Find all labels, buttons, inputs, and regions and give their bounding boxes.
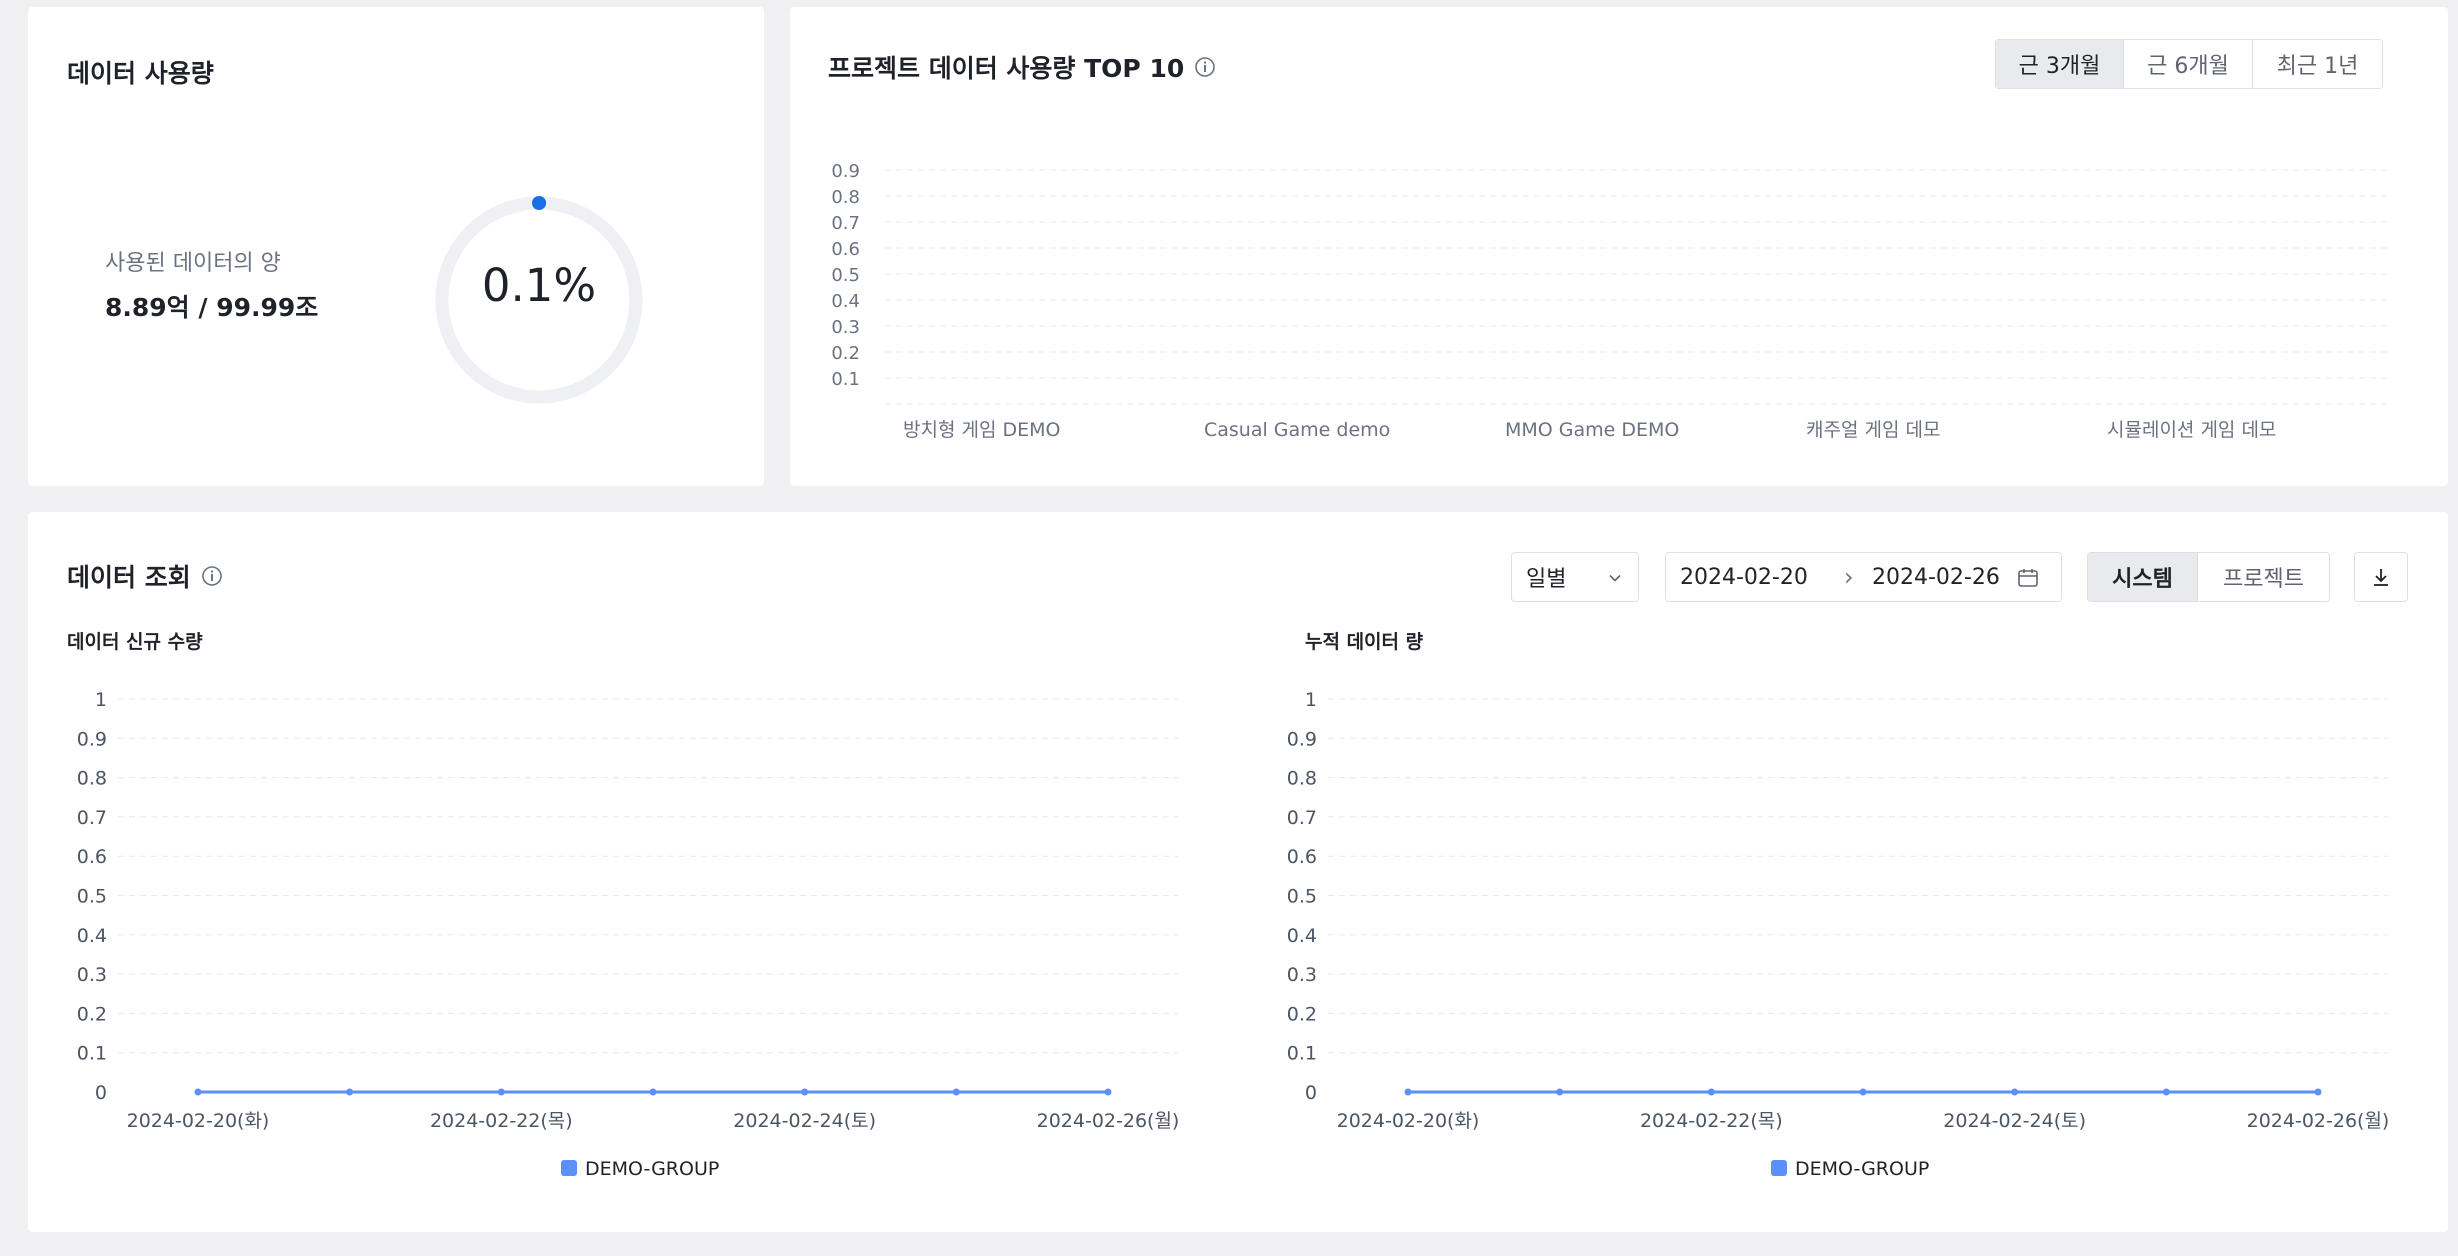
view-mode-toggle: 시스템 프로젝트 <box>2087 552 2330 602</box>
y-tick-label: 0.5 <box>1287 886 1317 908</box>
data-query-title-row: 데이터 조회 <box>67 558 223 594</box>
x-tick-label: MMO Game DEMO <box>1505 419 1679 441</box>
y-tick-label: 0.3 <box>1287 964 1317 986</box>
date-separator: › <box>1844 563 1854 591</box>
y-tick-label: 1 <box>1305 689 1317 711</box>
date-start-input[interactable]: 2024-02-20 <box>1680 565 1808 590</box>
data-point[interactable] <box>1556 1088 1564 1096</box>
data-usage-card: 데이터 사용량 사용된 데이터의 양 8.89억 / 99.99조 0.1% <box>28 7 764 486</box>
data-point[interactable] <box>2011 1088 2019 1096</box>
chart-title: 누적 데이터 량 <box>1305 631 1424 653</box>
y-tick-label: 0.3 <box>77 964 107 986</box>
x-tick-label: 2024-02-22(목) <box>430 1110 573 1132</box>
y-tick-label: 0.7 <box>1287 807 1317 829</box>
y-tick-label: 0.6 <box>1287 846 1317 868</box>
y-tick-label: 0.2 <box>831 343 860 364</box>
usage-ring-marker <box>532 196 546 210</box>
y-tick-label: 0.2 <box>1287 1003 1317 1025</box>
y-tick-label: 0.8 <box>831 187 860 208</box>
x-tick-label: 2024-02-24(토) <box>1943 1110 2086 1132</box>
data-point[interactable] <box>1707 1088 1715 1096</box>
y-tick-label: 0.4 <box>1287 925 1317 947</box>
top10-card: 프로젝트 데이터 사용량 TOP 10 근 3개월 근 6개월 최근 1년 0.… <box>790 7 2448 486</box>
y-tick-label: 0.1 <box>1287 1043 1317 1065</box>
x-tick-label: 방치형 게임 DEMO <box>903 419 1060 441</box>
x-tick-label: 캐주얼 게임 데모 <box>1806 419 1940 441</box>
y-tick-label: 0.9 <box>1287 728 1317 750</box>
cumulative-data-chart: 누적 데이터 량 0 0.1 0.2 0.3 0.4 0.5 0.6 0.7 0.8 0.9 1 202… <box>1287 631 2390 1180</box>
data-point[interactable] <box>649 1088 657 1096</box>
interval-select[interactable]: 일별 <box>1511 552 1639 602</box>
x-tick-label: Casual Game demo <box>1204 419 1390 441</box>
legend-swatch <box>1771 1160 1787 1176</box>
y-tick-label: 0.7 <box>831 213 860 234</box>
view-project-button[interactable]: 프로젝트 <box>2198 553 2329 601</box>
y-tick-label: 0.4 <box>831 291 860 312</box>
data-usage-title: 데이터 사용량 <box>67 59 214 88</box>
chart-title: 데이터 신규 수량 <box>67 631 203 653</box>
y-tick-label: 0.7 <box>77 807 107 829</box>
x-tick-label: 2024-02-20(화) <box>1337 1110 1480 1132</box>
data-point[interactable] <box>194 1088 202 1096</box>
y-tick-label: 1 <box>95 689 107 711</box>
y-tick-label: 0.6 <box>77 846 107 868</box>
y-tick-label: 0.2 <box>77 1003 107 1025</box>
y-tick-label: 0 <box>95 1082 107 1104</box>
legend-label[interactable]: DEMO-GROUP <box>1795 1158 1929 1180</box>
y-tick-label: 0.9 <box>831 161 860 182</box>
new-data-chart: 데이터 신규 수량 0 0.1 0.2 0.3 0.4 0.5 0.6 0.7 0.8 0.9 1 20… <box>67 631 1180 1180</box>
y-tick-label: 0.4 <box>77 925 107 947</box>
legend-swatch <box>561 1160 577 1176</box>
y-tick-label: 0.8 <box>77 768 107 790</box>
download-icon <box>2374 569 2388 586</box>
y-tick-label: 0.9 <box>77 728 107 750</box>
data-point[interactable] <box>2162 1088 2170 1096</box>
date-end-input[interactable]: 2024-02-26 <box>1872 565 2000 590</box>
data-point[interactable] <box>801 1088 809 1096</box>
legend-label[interactable]: DEMO-GROUP <box>585 1158 719 1180</box>
download-button[interactable] <box>2354 552 2408 602</box>
data-point[interactable] <box>1404 1088 1412 1096</box>
calendar-icon[interactable] <box>2016 566 2040 590</box>
x-tick-label: 2024-02-20(화) <box>127 1110 270 1132</box>
y-tick-label: 0.1 <box>77 1043 107 1065</box>
data-point[interactable] <box>346 1088 354 1096</box>
data-point[interactable] <box>2314 1088 2322 1096</box>
info-circle-icon[interactable] <box>201 565 223 587</box>
x-tick-label: 2024-02-26(월) <box>1037 1110 1180 1132</box>
y-tick-label: 0.1 <box>831 369 860 390</box>
data-point[interactable] <box>1104 1088 1112 1096</box>
y-tick-label: 0.5 <box>77 886 107 908</box>
y-tick-label: 0.5 <box>831 265 860 286</box>
data-point[interactable] <box>952 1088 960 1096</box>
y-tick-label: 0.6 <box>831 239 860 260</box>
x-tick-label: 2024-02-24(토) <box>733 1110 876 1132</box>
y-tick-label: 0.8 <box>1287 768 1317 790</box>
date-range-picker[interactable]: 2024-02-20 › 2024-02-26 <box>1665 552 2062 602</box>
y-tick-label: 0 <box>1305 1082 1317 1104</box>
x-tick-label: 시뮬레이션 게임 데모 <box>2107 419 2276 441</box>
y-tick-label: 0.3 <box>831 317 860 338</box>
data-query-card: 데이터 조회 일별 2024-02-20 › 2024-02-26 시스템 프로… <box>28 512 2448 1232</box>
data-point[interactable] <box>1859 1088 1867 1096</box>
chevron-down-icon <box>1609 574 1621 582</box>
data-point[interactable] <box>497 1088 505 1096</box>
data-query-title: 데이터 조회 <box>67 563 191 592</box>
view-system-button[interactable]: 시스템 <box>2088 553 2198 601</box>
usage-percent: 0.1% <box>481 259 597 312</box>
top10-chart: 0.1 0.2 0.3 0.4 0.5 0.6 0.7 0.8 0.9 방치형 게임 DEMO Ca… <box>831 161 2390 441</box>
x-tick-label: 2024-02-26(월) <box>2247 1110 2390 1132</box>
used-data-value: 8.89억 / 99.99조 <box>105 293 319 322</box>
x-tick-label: 2024-02-22(목) <box>1640 1110 1783 1132</box>
used-data-label: 사용된 데이터의 양 <box>105 251 281 276</box>
interval-value: 일별 <box>1526 567 1567 592</box>
